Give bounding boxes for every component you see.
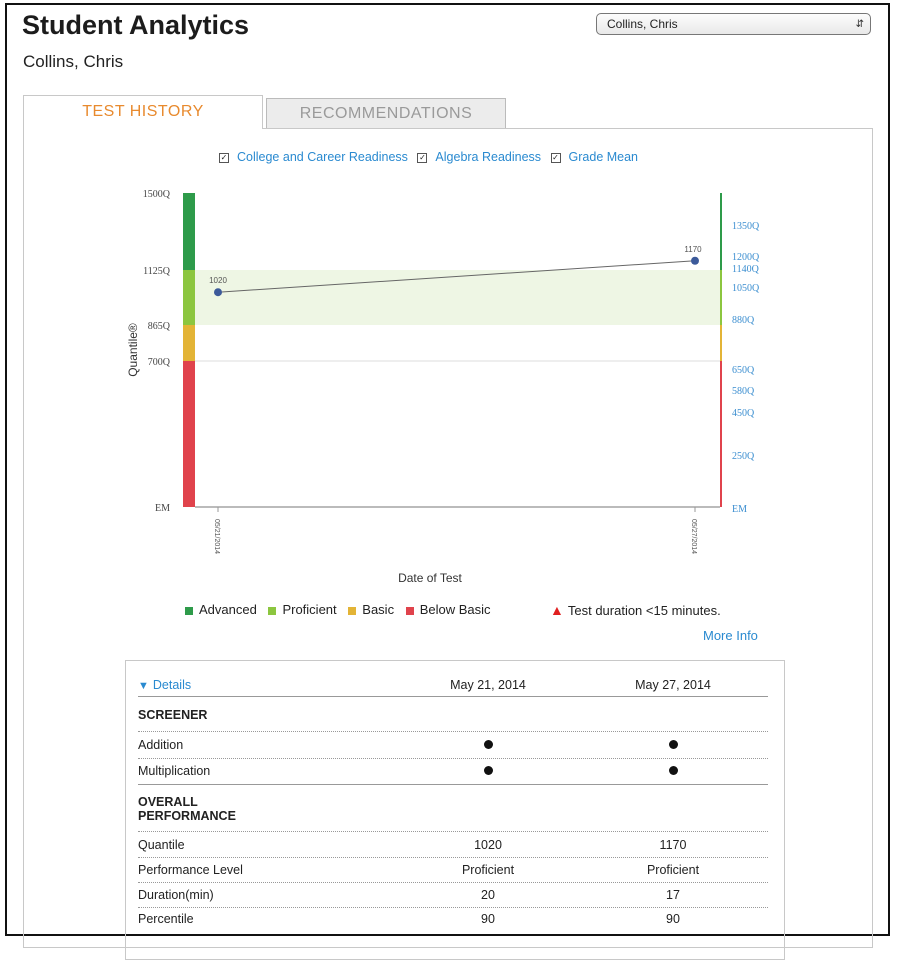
warning-triangle-icon: ▲ (550, 602, 564, 618)
legend-proficient: Proficient (268, 602, 337, 617)
right-tick-label: 880Q (732, 315, 755, 326)
duration-warning: ▲ Test duration <15 minutes. (550, 602, 721, 618)
date-col-1: May 21, 2014 (450, 678, 526, 692)
x-tick-label: 05/21/2014 (213, 519, 220, 554)
details-toggle[interactable]: ▼ Details (138, 678, 191, 692)
quantile-chart: 1500Q 1125Q 865Q 700Q EM 1350Q 1200Q1140Q 1050Q… (126, 189, 760, 585)
dot-icon (668, 766, 678, 775)
left-tick-label: EM (155, 503, 170, 514)
divider (138, 857, 768, 858)
band-advanced (183, 193, 195, 270)
x-axis-label: Date of Test (398, 571, 462, 585)
right-band-proficient (720, 270, 722, 325)
data-label: 1170 (684, 245, 702, 254)
tab-test-history[interactable]: TEST HISTORY (23, 95, 263, 129)
chart-legend: Advanced Proficient Basic Below Basic (185, 602, 499, 617)
x-tick-label: 05/27/2014 (690, 519, 697, 554)
right-tick-label: 250Q (732, 451, 755, 462)
divider (138, 882, 768, 883)
legend-basic: Basic (348, 602, 394, 617)
divider (138, 831, 768, 832)
legend-below-basic: Below Basic (405, 602, 491, 617)
right-tick-label: 1140Q (732, 264, 760, 275)
right-tick-label: 450Q (732, 408, 755, 419)
divider (138, 907, 768, 908)
divider (138, 731, 768, 732)
band-basic (183, 325, 195, 361)
left-tick-label: 1125Q (143, 266, 171, 277)
band-below-basic (183, 361, 195, 507)
legend-advanced: Advanced (185, 602, 257, 617)
right-band-advanced (720, 193, 722, 270)
left-tick-label: 1500Q (143, 189, 171, 200)
date-col-2: May 27, 2014 (635, 678, 711, 692)
left-tick-label: 865Q (148, 321, 171, 332)
right-tick-label: EM (732, 504, 747, 515)
dot-icon (668, 740, 678, 749)
divider (138, 784, 768, 785)
divider (138, 696, 768, 697)
right-tick-label: 1350Q (732, 221, 760, 232)
right-band-below-basic (720, 361, 722, 507)
right-tick-label: 650Q (732, 365, 755, 376)
y-axis-label: Quantile® (126, 323, 140, 377)
right-tick-label: 1050Q (732, 283, 760, 294)
more-info-link[interactable]: More Info (703, 628, 758, 643)
left-tick-label: 700Q (148, 357, 171, 368)
divider (138, 758, 768, 759)
right-tick-label: 580Q (732, 386, 755, 397)
data-point (691, 256, 699, 265)
right-tick-label: 1200Q (732, 252, 760, 263)
band-proficient (183, 270, 195, 325)
data-point (214, 288, 222, 297)
proficient-highlight (195, 270, 720, 325)
triangle-down-icon: ▼ (138, 680, 149, 692)
data-label: 1020 (209, 276, 227, 285)
dot-icon (483, 740, 493, 749)
dot-icon (483, 766, 493, 775)
right-band-basic (720, 325, 722, 361)
